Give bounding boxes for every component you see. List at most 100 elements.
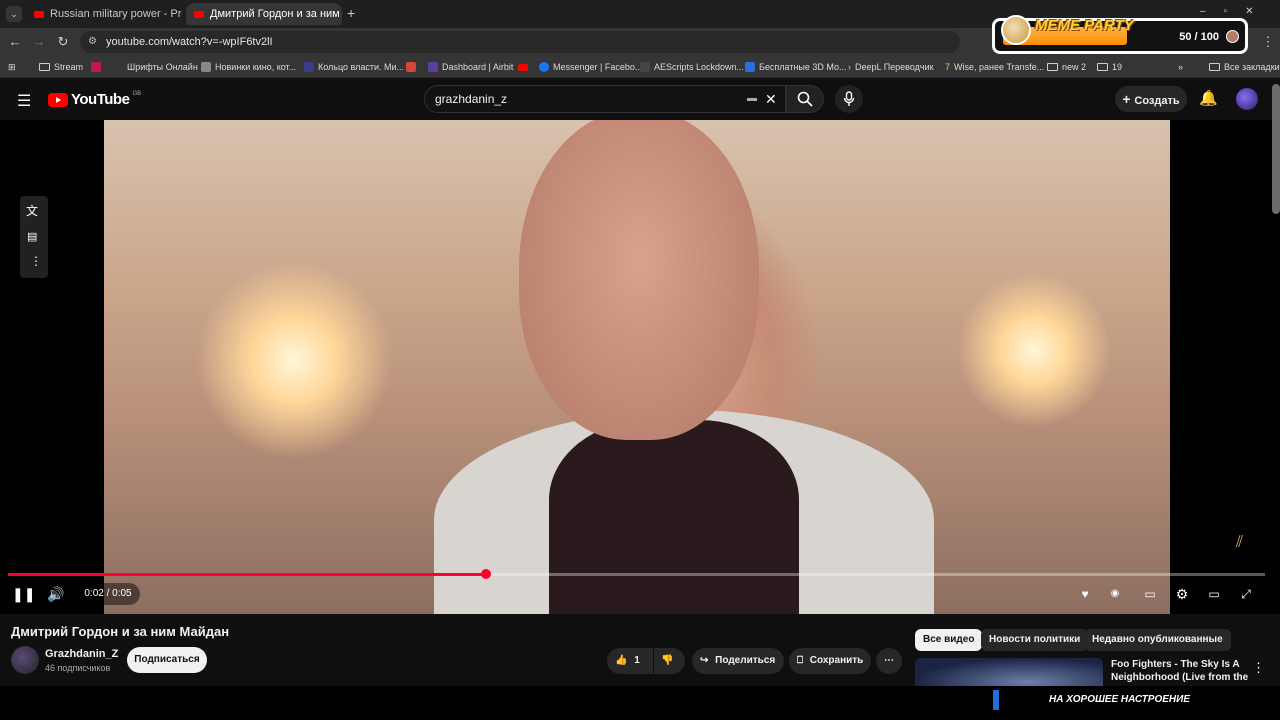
autoplay-toggle[interactable]: ◉ xyxy=(1106,584,1124,604)
tab-search-icon[interactable]: ⌄ xyxy=(6,6,22,22)
fullscreen-icon[interactable]: ⤢ xyxy=(1236,584,1256,604)
bookmark-label: Wise, ранее Transfe... xyxy=(954,62,1045,72)
share-label: Поделиться xyxy=(715,655,776,666)
wise-icon: 7 xyxy=(945,62,951,72)
progress-scrubber[interactable] xyxy=(480,569,491,579)
bookmark-label: Шрифты Онлайн xyxy=(127,62,198,72)
chip-all-videos[interactable]: Все видео xyxy=(915,629,983,651)
folder-icon xyxy=(1209,63,1220,71)
clear-icon[interactable]: ✕ xyxy=(765,86,777,112)
channel-avatar[interactable] xyxy=(11,646,39,674)
video-frame[interactable] xyxy=(104,120,1170,614)
bottom-banner: НА ХОРОШЕЕ НАСТРОЕНИЕ xyxy=(0,686,1280,720)
thumbs-down-icon: 👎 xyxy=(661,655,674,666)
bookmark-19[interactable]: 19 xyxy=(1097,60,1122,74)
subtitles-button-icon[interactable]: ▭ xyxy=(1140,584,1160,604)
account-avatar[interactable] xyxy=(1236,88,1258,110)
forward-arrow-icon[interactable]: → xyxy=(31,34,47,50)
notifications-bell-icon[interactable]: 🔔 xyxy=(1199,89,1218,107)
settings-gear-icon[interactable]: ⚙ xyxy=(1172,584,1192,604)
bookmark-label: Кольцо власти. Ми... xyxy=(318,62,405,72)
tab-label: Russian military power - Prodig xyxy=(50,8,182,20)
youtube-favicon-icon xyxy=(194,10,204,18)
site-info-icon[interactable]: ⚙ xyxy=(88,31,97,53)
sponsor-icon[interactable]: ♥ xyxy=(1076,584,1094,604)
channel-watermark-icon: ⫽ xyxy=(1236,534,1244,551)
new-tab-button[interactable]: + xyxy=(347,5,355,21)
site-icon xyxy=(428,62,438,72)
gmail-icon xyxy=(406,62,416,72)
back-arrow-icon[interactable]: ← xyxy=(7,34,23,50)
save-button[interactable]: ⎕ Сохранить xyxy=(789,648,871,674)
site-icon xyxy=(640,62,650,72)
bookmark-label: Stream xyxy=(54,62,84,72)
apps-icon[interactable]: ⊞ xyxy=(8,60,16,74)
progress-bar[interactable] xyxy=(8,569,1265,579)
search-value: grazhdanin_z xyxy=(435,92,508,106)
subscribe-button[interactable]: Подписаться xyxy=(127,647,207,673)
microphone-icon xyxy=(843,91,855,106)
pause-icon[interactable]: ❚❚ xyxy=(12,584,35,604)
menu-icon[interactable]: ⋮ xyxy=(1260,34,1276,50)
bookmark-fonts[interactable]: Шрифты Онлайн xyxy=(91,60,198,74)
bookmark-new2[interactable]: new 2 xyxy=(1047,60,1086,74)
bookmark-aescripts[interactable]: AEScripts Lockdown... xyxy=(640,60,744,74)
more-options-icon[interactable]: ⋮ xyxy=(30,254,42,268)
theater-mode-icon[interactable]: ▭ xyxy=(1204,584,1224,604)
search-icon xyxy=(797,91,813,107)
banner-accent xyxy=(993,690,999,710)
bookmark-label: 19 xyxy=(1112,62,1123,72)
bookmark-movies[interactable]: Новинки кино, кот... xyxy=(201,60,296,74)
meme-party-widget: MEME PARTY 50 / 100 xyxy=(992,15,1248,54)
hamburger-menu-icon[interactable]: ☰ xyxy=(17,91,31,111)
reload-icon[interactable]: ↻ xyxy=(55,34,71,50)
bookmark-all[interactable]: Все закладки xyxy=(1209,60,1280,74)
create-button[interactable]: + Создать xyxy=(1115,86,1187,112)
volume-icon[interactable]: 🔊 xyxy=(46,584,66,604)
page-scrollbar[interactable] xyxy=(1272,84,1280,214)
youtube-favicon-icon xyxy=(34,10,44,18)
more-actions-button[interactable]: ⋯ xyxy=(876,648,902,674)
video-figure xyxy=(549,420,799,614)
search-button[interactable] xyxy=(786,85,824,113)
bookmark-deepl[interactable]: › DeepL Переводчик xyxy=(848,60,934,74)
bookmark-gmail[interactable] xyxy=(406,60,416,74)
recommended-more-icon[interactable]: ⋮ xyxy=(1252,660,1265,676)
bookmark-wise[interactable]: 7 Wise, ранее Transfe... xyxy=(945,60,1044,74)
url-bar[interactable]: ⚙ youtube.com/watch?v=-wpIF6tv2lI xyxy=(80,31,960,53)
tab-gordon[interactable]: Дмитрий Гордон и за ним 🔊 ✕ xyxy=(186,3,342,25)
youtube-logo[interactable]: YouTube GB xyxy=(48,91,141,108)
bookmark-label: DeepL Переводчик xyxy=(855,62,934,72)
chip-politics-news[interactable]: Новости политики xyxy=(981,629,1089,651)
bookmark-airbit[interactable]: Dashboard | Airbit xyxy=(428,60,513,74)
tab-russian-military[interactable]: Russian military power - Prodig ✕ xyxy=(26,3,182,25)
folder-icon xyxy=(1097,63,1108,71)
channel-name[interactable]: Grazhdanin_Z xyxy=(45,648,118,660)
share-button[interactable]: ↪ Поделиться xyxy=(692,648,784,674)
subtitles-icon[interactable]: ▤ xyxy=(27,230,37,243)
save-label: Сохранить xyxy=(809,655,864,666)
tab-label: Дмитрий Гордон и за ним xyxy=(210,8,340,20)
bookmark-youtube[interactable] xyxy=(518,60,528,74)
voice-search-button[interactable] xyxy=(835,85,863,113)
deepl-icon: › xyxy=(848,62,851,72)
translate-icon[interactable]: 文 xyxy=(26,202,38,219)
bookmark-stream[interactable]: Stream xyxy=(39,60,83,74)
bookmark-messenger[interactable]: Messenger | Facebo... xyxy=(539,60,642,74)
search-input[interactable]: grazhdanin_z ▬ ✕ xyxy=(424,85,786,113)
subscriber-count: 46 подписчиков xyxy=(45,663,111,673)
more-horizontal-icon: ⋯ xyxy=(884,655,894,666)
like-button[interactable]: 👍 1 xyxy=(607,648,653,674)
dislike-button[interactable]: 👎 xyxy=(654,648,685,674)
chip-recently-published[interactable]: Недавно опубликованные xyxy=(1084,629,1231,651)
more-bookmarks-icon[interactable]: » xyxy=(1178,60,1183,74)
bookmark-label: Новинки кино, кот... xyxy=(215,62,297,72)
keyboard-icon[interactable]: ▬ xyxy=(747,86,757,112)
video-player[interactable]: 文 ▤ ⋮ ⫽ ❚❚ 🔊 0:02 / 0:05 ♥ ◉ ▭ ⚙ ▭ ⤢ xyxy=(0,120,1280,614)
meme-title: MEME PARTY xyxy=(1035,17,1134,34)
window-controls[interactable]: –▫✕ xyxy=(1200,6,1272,17)
site-icon xyxy=(91,62,101,72)
bookmark-rings[interactable]: Кольцо власти. Ми... xyxy=(304,60,404,74)
url-text: youtube.com/watch?v=-wpIF6tv2lI xyxy=(106,36,273,48)
bookmark-3d[interactable]: Бесплатные 3D Мо... xyxy=(745,60,847,74)
